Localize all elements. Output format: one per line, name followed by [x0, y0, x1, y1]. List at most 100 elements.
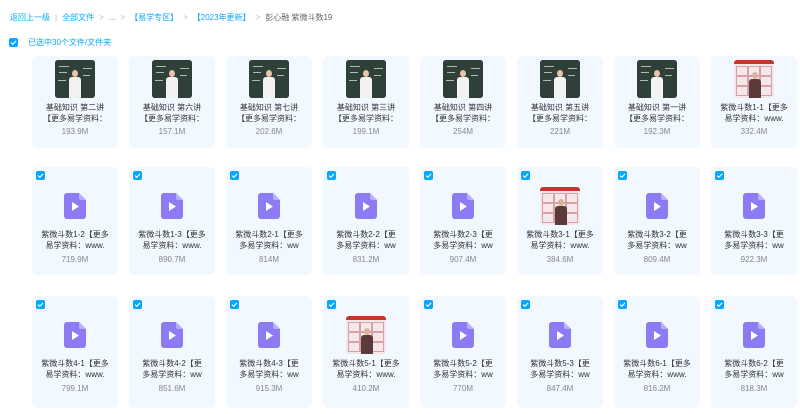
file-name: 紫微斗数1-2【更多 易学资料：www. — [36, 229, 114, 251]
file-name: 紫微斗数3-3【更 多易学资料：ww — [715, 229, 793, 251]
video-thumbnail — [346, 316, 386, 354]
file-name-line: 【更多易学资料： — [237, 114, 301, 123]
file-checkbox[interactable] — [327, 171, 336, 180]
file-name-line: 紫微斗数2-3【更 — [433, 230, 493, 239]
file-name: 紫微斗数1-3【更多 易学资料：www. — [133, 229, 211, 251]
checkmark-icon — [37, 173, 44, 179]
file-card[interactable]: 紫微斗数3-1【更多 易学资料：www. 384.6M — [517, 167, 603, 275]
file-name-line: 易学资料：www. — [45, 241, 105, 250]
checkmark-icon — [522, 173, 529, 179]
file-card[interactable]: 紫微斗数5-2【更 多易学资料：ww 770M — [420, 296, 506, 408]
file-name: 基础知识 第三讲 【更多易学资料： — [327, 102, 405, 124]
file-card[interactable]: 基础知识 第三讲 【更多易学资料： 199.1M — [323, 56, 409, 148]
file-name-line: 易学资料：www. — [724, 114, 784, 123]
file-card[interactable]: 紫微斗数4-2【更 多易学资料：ww 851.6M — [129, 296, 215, 408]
file-name-line: 紫微斗数6-1【更多 — [623, 359, 691, 368]
file-card[interactable]: 紫微斗数4-3【更 多易学资料：ww 915.3M — [226, 296, 312, 408]
video-thumbnail — [152, 60, 192, 98]
file-name-line: 紫微斗数4-2【更 — [142, 359, 202, 368]
file-card[interactable]: 紫微斗数3-3【更 多易学资料：ww 922.3M — [711, 167, 797, 275]
file-card[interactable]: 紫微斗数6-2【更 多易学资料：ww 818.3M — [711, 296, 797, 408]
file-card[interactable]: 紫微斗数5-1【更多 易学资料：www. 410.2M — [323, 296, 409, 408]
file-checkbox[interactable] — [133, 300, 142, 309]
file-size: 851.6M — [158, 384, 186, 393]
file-card[interactable]: 基础知识 第二讲 【更多易学资料： 193.9M — [32, 56, 118, 148]
file-size: 818.3M — [740, 384, 768, 393]
checkmark-icon — [425, 173, 432, 179]
file-name-line: 【更多易学资料： — [334, 114, 398, 123]
checkmark-icon — [716, 173, 723, 179]
file-checkbox[interactable] — [36, 171, 45, 180]
checkmark-icon — [619, 173, 626, 179]
file-name-line: 多易学资料：ww — [239, 241, 299, 250]
file-name: 紫微斗数1-1【更多 易学资料：www. — [715, 102, 793, 124]
file-card[interactable]: 紫微斗数3-2【更 多易学资料：ww 809.4M — [614, 167, 700, 275]
file-checkbox[interactable] — [715, 171, 724, 180]
file-name-line: 紫微斗数5-3【更 — [530, 359, 590, 368]
file-card[interactable]: 紫微斗数6-1【更多 易学资料：www. 816.2M — [614, 296, 700, 408]
file-card[interactable]: 紫微斗数2-3【更 多易学资料：ww 907.4M — [420, 167, 506, 275]
video-file-icon — [64, 193, 86, 219]
file-name: 基础知识 第四讲 【更多易学资料： — [424, 102, 502, 124]
file-card[interactable]: 紫微斗数1-1【更多 易学资料：www. 332.4M — [711, 56, 797, 148]
file-card[interactable]: 紫微斗数4-1【更多 易学资料：www. 799.1M — [32, 296, 118, 408]
file-size: 199.1M — [352, 127, 380, 136]
video-file-icon — [452, 322, 474, 348]
file-card[interactable]: 紫微斗数2-1【更多 多易学资料：ww 814M — [226, 167, 312, 275]
file-card[interactable]: 基础知识 第七讲 【更多易学资料： 202.6M — [226, 56, 312, 148]
file-checkbox[interactable] — [36, 300, 45, 309]
file-checkbox[interactable] — [424, 171, 433, 180]
file-name-line: 基础知识 第一讲 — [627, 103, 687, 112]
file-name-line: 紫微斗数2-2【更 — [336, 230, 396, 239]
file-name-line: 【更多易学资料： — [43, 114, 107, 123]
video-file-icon — [258, 322, 280, 348]
file-checkbox[interactable] — [133, 171, 142, 180]
file-checkbox[interactable] — [424, 300, 433, 309]
file-size: 890.7M — [158, 255, 186, 264]
file-size: 770M — [452, 384, 473, 393]
file-name: 紫微斗数2-1【更多 多易学资料：ww — [230, 229, 308, 251]
file-checkbox[interactable] — [521, 300, 530, 309]
file-size: 809.4M — [643, 255, 671, 264]
file-size: 816.2M — [643, 384, 671, 393]
file-name-line: 紫微斗数1-2【更多 — [41, 230, 109, 239]
file-size: 907.4M — [449, 255, 477, 264]
file-size: 332.4M — [740, 127, 768, 136]
file-card[interactable]: 紫微斗数5-3【更 多易学资料：ww 847.4M — [517, 296, 603, 408]
file-card[interactable]: 基础知识 第六讲 【更多易学资料： 157.1M — [129, 56, 215, 148]
file-name-line: 紫微斗数3-3【更 — [724, 230, 784, 239]
file-card[interactable]: 基础知识 第四讲 【更多易学资料： 254M — [420, 56, 506, 148]
file-checkbox[interactable] — [521, 171, 530, 180]
checkmark-icon — [328, 302, 335, 308]
video-file-icon — [646, 193, 668, 219]
file-name: 基础知识 第二讲 【更多易学资料： — [36, 102, 114, 124]
file-checkbox[interactable] — [327, 300, 336, 309]
file-size: 814M — [258, 255, 279, 264]
file-name: 紫微斗数3-2【更 多易学资料：ww — [618, 229, 696, 251]
file-grid: 基础知识 第二讲 【更多易学资料： 193.9M 基础知识 第六讲 【更多易学资料： 15… — [0, 0, 800, 414]
file-card[interactable]: 紫微斗数1-2【更多 易学资料：www. 719.9M — [32, 167, 118, 275]
file-name-line: 多易学资料：ww — [239, 370, 299, 379]
video-file-icon — [549, 322, 571, 348]
file-name-line: 多易学资料：ww — [142, 370, 202, 379]
checkmark-icon — [134, 302, 141, 308]
checkmark-icon — [231, 302, 238, 308]
checkmark-icon — [134, 173, 141, 179]
file-card[interactable]: 基础知识 第五讲 【更多易学资料： 221M — [517, 56, 603, 148]
file-checkbox[interactable] — [230, 300, 239, 309]
file-card[interactable]: 紫微斗数2-2【更 多易学资料：ww 831.2M — [323, 167, 409, 275]
file-size: 254M — [452, 127, 473, 136]
file-checkbox[interactable] — [618, 171, 627, 180]
file-size: 847.4M — [546, 384, 574, 393]
file-card[interactable]: 紫微斗数1-3【更多 易学资料：www. 890.7M — [129, 167, 215, 275]
file-card[interactable]: 基础知识 第一讲 【更多易学资料： 192.3M — [614, 56, 700, 148]
checkmark-icon — [716, 302, 723, 308]
checkmark-icon — [328, 173, 335, 179]
file-checkbox[interactable] — [715, 300, 724, 309]
file-checkbox[interactable] — [618, 300, 627, 309]
file-checkbox[interactable] — [230, 171, 239, 180]
checkmark-icon — [522, 302, 529, 308]
file-name-line: 紫微斗数6-2【更 — [724, 359, 784, 368]
checkmark-icon — [619, 302, 626, 308]
video-file-icon — [355, 193, 377, 219]
